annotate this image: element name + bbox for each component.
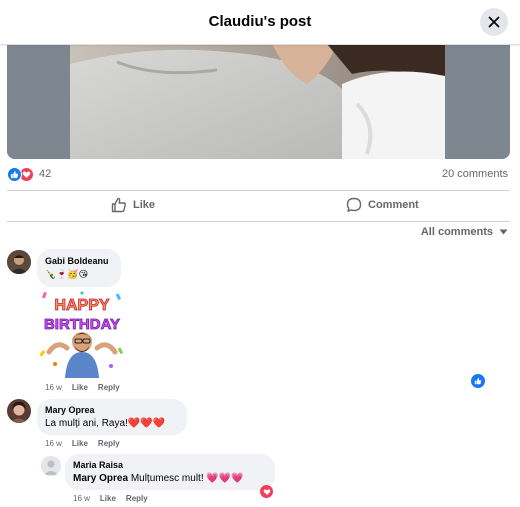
reply-message: Mulțumesc mult! 💗💗💗: [130, 473, 244, 484]
like-reaction-icon: [7, 167, 22, 182]
reply-reply-link[interactable]: Reply: [126, 494, 148, 503]
sticker-word-birthday: BIRTHDAY: [44, 316, 120, 333]
reaction-count[interactable]: 42: [39, 168, 51, 180]
reply-reaction-badge[interactable]: [260, 485, 273, 498]
reply-text: Mary Oprea Mulțumesc mult! 💗💗💗: [73, 473, 244, 484]
comment-author[interactable]: Gabi Boldeanu: [45, 256, 109, 266]
reply-meta: 16 w Like Reply: [73, 494, 148, 503]
close-button[interactable]: [480, 8, 508, 36]
close-icon: [488, 16, 500, 28]
dialog-title: Claudiu's post: [208, 13, 312, 30]
like-icon: [474, 377, 482, 385]
reply-bubble: Maria Raisa Mary Oprea Mulțumesc mult! 💗…: [65, 454, 275, 490]
comment-reply-link[interactable]: Reply: [98, 383, 120, 392]
like-button[interactable]: Like: [111, 197, 155, 213]
comment-timestamp[interactable]: 16 w: [45, 439, 62, 448]
reply-mention[interactable]: Mary Oprea: [73, 473, 128, 484]
comment-button[interactable]: Comment: [346, 197, 419, 213]
reaction-summary[interactable]: [7, 167, 34, 182]
reply-like-link[interactable]: Like: [100, 494, 116, 503]
reply-author[interactable]: Maria Raisa: [73, 460, 123, 470]
avatar-sticker-figure: [46, 332, 118, 378]
thumbs-up-icon: [111, 197, 126, 213]
like-button-label: Like: [133, 199, 156, 211]
comment-text: La mulți ani, Raya!❤️❤️❤️: [45, 418, 166, 429]
caret-down-icon: [499, 229, 508, 235]
post-action-bar: Like Comment: [7, 190, 510, 222]
comment-filter-label: All comments: [420, 226, 493, 238]
sticker-word-happy: HAPPY: [54, 297, 109, 314]
comment-meta: 16 w Like Reply: [45, 383, 120, 392]
avatar-gabi-boldeanu[interactable]: [7, 250, 31, 274]
comments-count[interactable]: 20 comments: [442, 168, 508, 180]
comment-reaction-badge[interactable]: [471, 374, 485, 388]
avatar-maria-raisa[interactable]: [41, 456, 61, 476]
post-photo-image: [7, 44, 510, 159]
reply-timestamp[interactable]: 16 w: [73, 494, 90, 503]
avatar-mary-oprea[interactable]: [7, 399, 31, 423]
comment-reply-link[interactable]: Reply: [98, 439, 120, 448]
love-icon: [263, 488, 270, 495]
comment-button-label: Comment: [368, 199, 419, 211]
post-stats: 42 20 comments: [7, 166, 510, 184]
comment-like-link[interactable]: Like: [72, 383, 88, 392]
comment-meta: 16 w Like Reply: [45, 439, 120, 448]
post-photo[interactable]: [7, 44, 510, 159]
post-dialog-header: Claudiu's post: [0, 0, 520, 45]
comment-author[interactable]: Mary Oprea: [45, 405, 95, 415]
comment-like-link[interactable]: Like: [72, 439, 88, 448]
comment-bubble: Gabi Boldeanu 🍾🍷🥳😘: [37, 249, 121, 287]
comment-icon: [346, 197, 362, 212]
comment-timestamp[interactable]: 16 w: [45, 383, 62, 392]
birthday-sticker[interactable]: HAPPY BIRTHDAY: [37, 290, 127, 378]
comment-bubble: Mary Oprea La mulți ani, Raya!❤️❤️❤️: [37, 399, 187, 435]
comment-filter-dropdown[interactable]: All comments: [421, 226, 508, 238]
comment-text: 🍾🍷🥳😘: [45, 269, 89, 279]
